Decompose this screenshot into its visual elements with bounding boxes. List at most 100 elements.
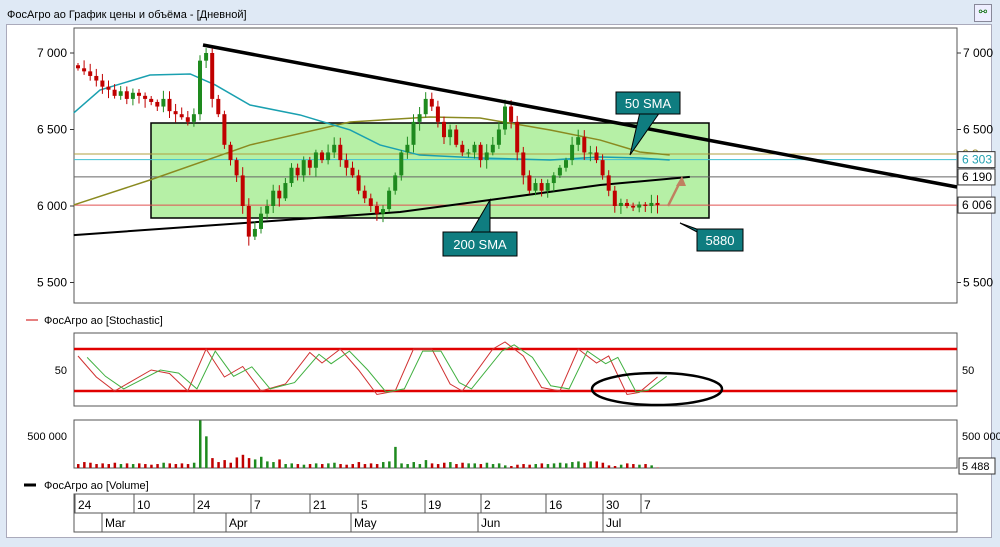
candle-body — [137, 92, 141, 96]
candle-body — [307, 160, 312, 168]
volume-bar — [168, 463, 171, 468]
volume-bar — [235, 457, 239, 468]
volume-bar — [247, 458, 251, 468]
volume-bar — [589, 461, 592, 468]
candle-body — [228, 144, 233, 161]
volume-bar — [479, 464, 483, 468]
volume-bar — [571, 462, 574, 468]
candle-body — [295, 167, 300, 176]
candle-body — [521, 152, 526, 176]
candle-body — [643, 204, 648, 206]
volume-bar — [296, 464, 300, 468]
volume-tick-right: 500 000 — [962, 431, 1000, 443]
candle-body — [246, 206, 251, 237]
volume-bar — [424, 460, 428, 468]
x-day-label: 21 — [313, 498, 327, 512]
volume-bar — [113, 462, 117, 468]
x-month-label: Jun — [481, 516, 500, 530]
volume-bar — [497, 463, 501, 468]
volume-bar — [150, 464, 153, 468]
candle-body — [527, 175, 532, 191]
candle-body — [191, 114, 196, 122]
stoch-tick-left: 50 — [55, 365, 67, 377]
volume-bar — [278, 459, 281, 468]
chart-window: ФосАгро ао График цены и объёма - [Дневн… — [0, 0, 1000, 547]
volume-bar — [406, 464, 409, 468]
volume-bar — [619, 464, 623, 468]
volume-bar — [186, 464, 190, 468]
x-day-label: 7 — [254, 498, 261, 512]
price-tick-label: 7 000 — [37, 46, 67, 60]
candle-body — [381, 209, 385, 214]
candle-body — [399, 152, 404, 176]
candle-body — [551, 175, 556, 184]
volume-bar — [211, 458, 214, 468]
volume-bar — [601, 462, 605, 468]
volume-bar — [156, 464, 159, 468]
volume-bar — [217, 462, 220, 468]
x-month-label: Jul — [606, 516, 621, 530]
candle-body — [265, 206, 270, 214]
price-tag-black: 6 190 — [962, 170, 992, 184]
price-tick-label: 6 500 — [963, 123, 993, 137]
candle-body — [338, 144, 343, 161]
volume-bar — [363, 464, 367, 468]
volume-bar — [339, 464, 342, 468]
candle-body — [252, 228, 257, 237]
price-tick-label: 5 500 — [37, 276, 67, 290]
level-label: 5880 — [706, 233, 735, 248]
candle-body — [429, 98, 434, 107]
candle-body — [356, 175, 361, 191]
volume-bar — [375, 464, 379, 468]
volume-bar — [138, 463, 141, 468]
candle-body — [289, 167, 294, 184]
volume-bar — [162, 462, 165, 468]
candle-body — [344, 160, 349, 168]
candle-body — [576, 137, 581, 145]
x-month-label: May — [354, 516, 377, 530]
x-day-label: 16 — [549, 498, 563, 512]
volume-bar — [369, 463, 373, 468]
candle-body — [533, 183, 538, 191]
volume-bar — [583, 462, 586, 468]
candle-body — [149, 98, 154, 102]
candle-body — [82, 68, 87, 72]
candle-body — [625, 202, 629, 206]
candle-body — [606, 175, 611, 191]
volume-bar — [272, 462, 275, 468]
volume-bar — [314, 463, 318, 468]
x-month-label: Apr — [229, 516, 248, 530]
x-day-label: 24 — [197, 498, 211, 512]
volume-bar — [644, 464, 647, 468]
candle-body — [564, 160, 568, 168]
volume-bar — [125, 463, 129, 468]
candle-body — [472, 144, 477, 153]
candle-body — [545, 183, 550, 191]
volume-last-label: 5 488 — [962, 461, 990, 473]
x-day-label: 7 — [644, 498, 651, 512]
candle-body — [130, 92, 135, 99]
volume-bar — [430, 463, 434, 468]
candle-body — [448, 129, 453, 138]
volume-bar — [595, 461, 598, 468]
volume-bar — [522, 464, 525, 468]
candle-body — [118, 91, 123, 96]
candle-body — [88, 71, 93, 76]
volume-bar — [77, 464, 80, 468]
candle-body — [454, 129, 459, 145]
x-day-label: 5 — [361, 498, 368, 512]
candle-body — [618, 202, 623, 206]
volume-bar — [144, 464, 147, 468]
volume-bar — [558, 462, 562, 468]
x-day-label: 24 — [78, 498, 92, 512]
volume-bar — [467, 463, 470, 468]
volume-bar — [540, 463, 544, 468]
candle-body — [368, 198, 373, 206]
volume-bar — [199, 420, 202, 468]
candle-body — [588, 152, 593, 154]
candle-body — [198, 60, 202, 115]
candle-body — [301, 160, 306, 176]
volume-bar — [327, 463, 330, 468]
candle-body — [490, 144, 495, 153]
volume-bar — [192, 462, 196, 468]
